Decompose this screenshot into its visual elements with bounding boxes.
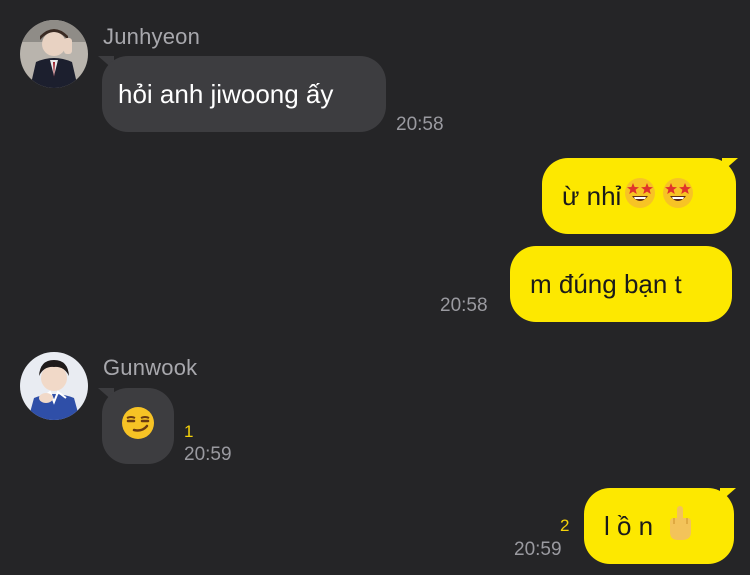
- message-bubble-outgoing[interactable]: ừ nhỉ: [542, 158, 736, 234]
- message-time: 20:59: [184, 444, 232, 465]
- message-bubble-incoming[interactable]: hỏi anh jiwoong ấy: [102, 56, 386, 132]
- unread-count: 2: [560, 516, 570, 535]
- message-time: 20:59: [514, 539, 562, 560]
- sender-name: Gunwook: [103, 355, 198, 380]
- bubble-tail: [720, 488, 736, 502]
- message-bubble-outgoing[interactable]: l ồ n: [584, 488, 734, 564]
- message-text: ừ nhỉ: [562, 180, 622, 211]
- smirking-face-emoji-icon: [120, 405, 156, 448]
- message-text: hỏi anh jiwoong ấy: [118, 78, 334, 109]
- middle-finger-emoji-icon: [665, 504, 695, 549]
- bubble-tail: [722, 158, 738, 172]
- message-time: 20:58: [440, 295, 488, 316]
- message-text: l ồ n: [604, 510, 654, 541]
- message-bubble-outgoing[interactable]: m đúng bạn t: [510, 246, 732, 322]
- star-struck-emoji-icon: [623, 176, 657, 217]
- unread-count: 1: [184, 422, 194, 441]
- message-bubble-incoming[interactable]: [102, 388, 174, 464]
- sender-name: Junhyeon: [103, 24, 201, 49]
- avatar-gunwook[interactable]: [20, 352, 88, 420]
- chat-thread: Junhyeon hỏi anh jiwoong ấy 20:58 ừ nhỉ: [0, 0, 750, 575]
- message-text: m đúng bạn t: [530, 268, 682, 299]
- star-struck-emoji-icon: [661, 176, 695, 217]
- message-time: 20:58: [396, 114, 444, 135]
- avatar-junhyeon[interactable]: [20, 20, 88, 88]
